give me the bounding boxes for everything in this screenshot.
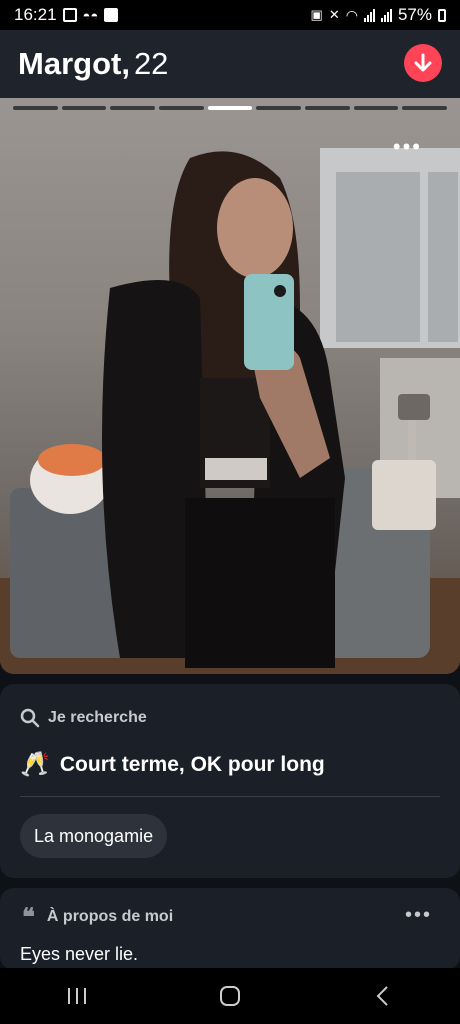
about-options-icon[interactable]: ••• (405, 904, 432, 927)
status-left: 16:21 ◓◓ (14, 5, 119, 25)
about-card: ❝ À propos de moi ••• Eyes never lie. (0, 888, 460, 970)
signal-2-icon (380, 8, 392, 22)
incognito-icon: ◓◓ (82, 7, 99, 23)
recent-apps-button[interactable] (65, 985, 89, 1007)
photo-indicator (305, 106, 350, 110)
battery-level: 57% (397, 5, 432, 24)
photo-options-icon[interactable]: ••• (393, 134, 422, 160)
lock-icon: ▣ (310, 7, 323, 22)
photo-illustration (0, 148, 460, 674)
divider (20, 796, 440, 797)
about-header: ❝ À propos de moi (22, 902, 174, 931)
photo-indicator (110, 106, 156, 110)
looking-for-header: Je recherche (20, 708, 147, 728)
profile-photo[interactable] (0, 98, 460, 674)
status-bar: 16:21 ◓◓ ▣ ✕ ◠ 57% (0, 0, 460, 30)
arrow-down-icon (414, 53, 432, 72)
photo-indicator (353, 106, 399, 110)
mute-icon: ✕ (328, 7, 340, 22)
bio-text: Eyes never lie. (20, 944, 139, 964)
battery-icon (438, 8, 446, 22)
gallery-notification-icon (62, 8, 77, 22)
wifi-icon: ◠ (345, 6, 358, 23)
quote-icon: ❝ (22, 902, 35, 931)
home-button[interactable] (218, 985, 242, 1007)
status-right: ▣ ✕ ◠ 57% (311, 5, 446, 25)
about-label: À propos de moi (46, 908, 174, 925)
photo-indicator-active (207, 106, 253, 110)
profile-age: 22 (133, 46, 169, 81)
champagne-icon: 🥂 (20, 751, 50, 778)
looking-for-value: Court terme, OK pour long (59, 752, 325, 776)
status-time: 16:21 (14, 5, 57, 24)
signal-icon (363, 8, 375, 22)
looking-for-card: Je recherche 🥂 Court terme, OK pour long… (0, 684, 460, 878)
system-nav-bar (0, 968, 460, 1024)
photo-indicator (13, 106, 58, 110)
photo-indicator (61, 106, 107, 110)
photo-indicator (402, 106, 448, 110)
looking-for-label: Je recherche (48, 709, 147, 726)
check-notification-icon (104, 8, 119, 22)
search-icon (20, 708, 40, 728)
profile-header: Margot, 22 (0, 30, 460, 98)
back-button[interactable] (371, 985, 395, 1007)
photo-progress (13, 106, 448, 111)
photo-indicator (159, 106, 204, 110)
collapse-profile-button[interactable] (404, 44, 442, 82)
monogamy-chip: La monogamie (20, 814, 168, 858)
photo-indicator (256, 106, 302, 110)
profile-name: Margot, (18, 46, 130, 81)
looking-for-value-row: 🥂 Court terme, OK pour long (20, 750, 325, 779)
